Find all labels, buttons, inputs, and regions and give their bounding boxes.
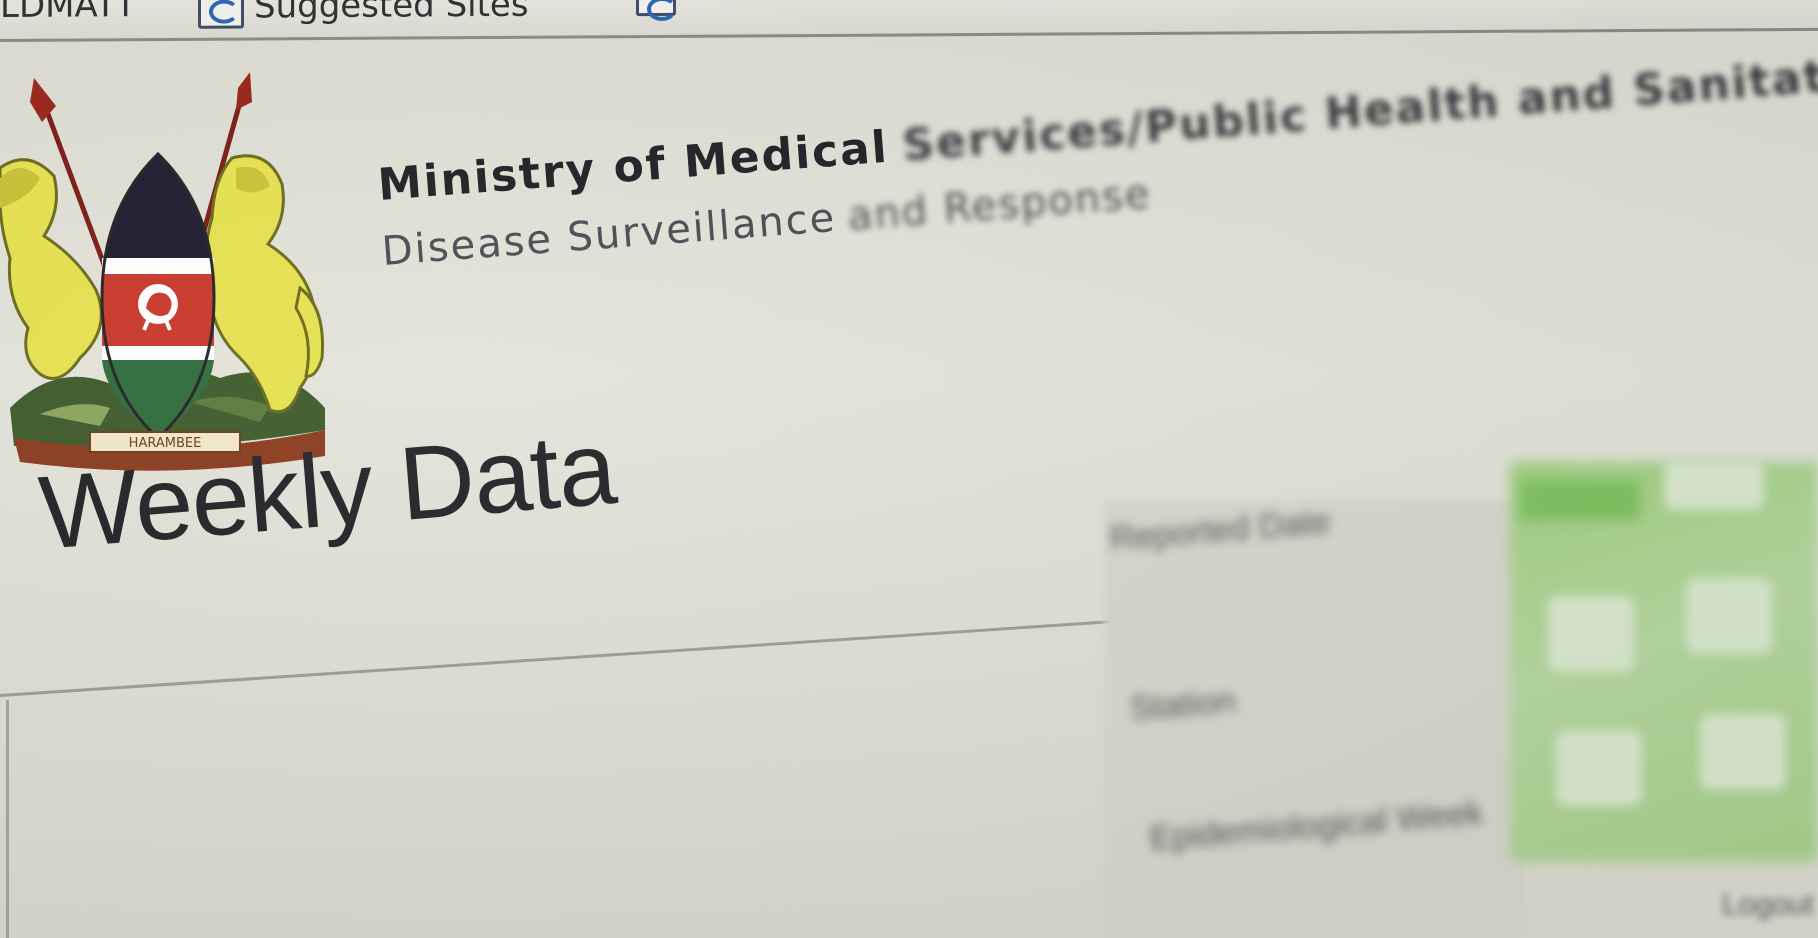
favorite-link-suggested-sites[interactable]: Suggested Sites bbox=[198, 0, 529, 29]
kenya-coat-of-arms-logo: HARAMBEE bbox=[0, 72, 325, 471]
favorite-link-web-slice[interactable] bbox=[636, 0, 676, 17]
ie-page-icon bbox=[198, 0, 244, 29]
date-picker-cell[interactable] bbox=[1548, 596, 1634, 672]
station-label: Station bbox=[1128, 681, 1237, 728]
date-picker-nav-button[interactable] bbox=[1664, 460, 1764, 510]
department-name: Disease Surveillance bbox=[380, 194, 838, 275]
content-left-border bbox=[6, 700, 9, 938]
ie-page-icon bbox=[636, 0, 676, 17]
logout-link[interactable]: Logout bbox=[1722, 888, 1814, 922]
date-picker-cell[interactable] bbox=[1700, 714, 1786, 790]
department-name-continued: and Response bbox=[846, 171, 1153, 240]
favorite-label: Suggested Sites bbox=[254, 0, 529, 27]
date-picker-cell[interactable] bbox=[1556, 730, 1642, 806]
date-picker-cell[interactable] bbox=[1686, 578, 1772, 654]
date-picker-header bbox=[1520, 480, 1640, 520]
favorite-label: LDMATT bbox=[0, 0, 137, 26]
favorites-bar: LDMATT Suggested Sites bbox=[0, 0, 1818, 42]
favorite-link-ldmatt[interactable]: LDMATT bbox=[0, 0, 136, 26]
site-header: Ministry of Medical Services/Public Healt… bbox=[376, 45, 1818, 275]
